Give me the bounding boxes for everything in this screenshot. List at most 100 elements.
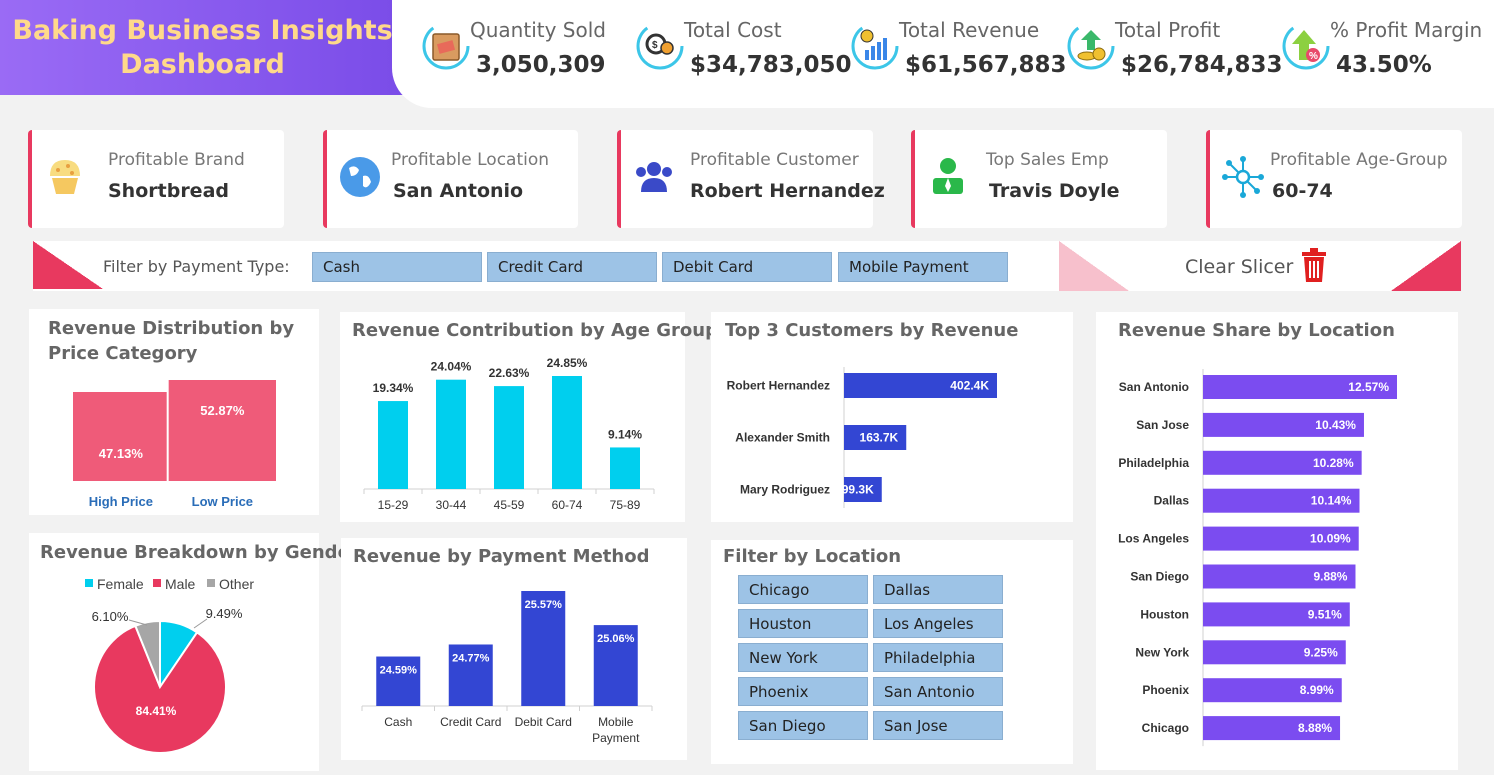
- kpi-label: Total Cost: [684, 18, 782, 42]
- payment-filter-bar: Filter by Payment Type: Cash Credit Card…: [33, 241, 1461, 291]
- card-top-sales-employee: Top Sales Emp Travis Doyle: [911, 130, 1167, 228]
- card-label: Profitable Location: [391, 150, 550, 170]
- network-icon: [1222, 156, 1264, 198]
- panel-age-group: Revenue Contribution by Age Group 19.34%…: [340, 312, 718, 522]
- category-label: New York: [1135, 645, 1189, 659]
- kpi-label: % Profit Margin: [1330, 18, 1483, 42]
- slicer-debit-card[interactable]: Debit Card: [662, 252, 832, 282]
- data-label: 24.77%: [452, 652, 490, 664]
- decorative-triangle-mid: [1059, 241, 1129, 291]
- kpi-label: Total Revenue: [899, 18, 1040, 42]
- card-value: 60-74: [1272, 180, 1333, 202]
- employee-icon: [933, 158, 963, 194]
- tick-label: Payment: [592, 731, 640, 745]
- card-profitable-age-group: Profitable Age-Group 60-74: [1206, 130, 1462, 228]
- slicer-houston[interactable]: Houston: [738, 609, 868, 638]
- data-label: 8.99%: [1300, 683, 1334, 697]
- dashboard-title: Baking Business Insights Dashboard: [0, 0, 405, 95]
- decorative-triangle-left: [33, 241, 103, 289]
- tick-label: 15-29: [378, 498, 409, 512]
- legend-label: Other: [219, 576, 254, 592]
- svg-text:%: %: [1309, 51, 1318, 62]
- trash-icon[interactable]: [1299, 247, 1329, 283]
- bar-45-59: [494, 386, 524, 489]
- slicer-credit-card[interactable]: Credit Card: [487, 252, 657, 282]
- category-label: Houston: [1140, 607, 1189, 621]
- category-label: Philadelphia: [1118, 456, 1189, 470]
- category-label: Chicago: [1142, 721, 1189, 735]
- tick-label: Cash: [384, 715, 412, 729]
- location-bar-chart: 12.57% San Antonio 10.43% San Jose 10.28% Phi…: [1118, 369, 1397, 747]
- slicer-san-diego[interactable]: San Diego: [738, 711, 868, 740]
- data-label: 10.28%: [1313, 456, 1354, 470]
- data-label: 8.88%: [1298, 721, 1332, 735]
- slicer-mobile-payment[interactable]: Mobile Payment: [838, 252, 1008, 282]
- bar-60-74: [552, 376, 582, 489]
- data-label: 163.7K: [860, 431, 899, 445]
- category-label: San Jose: [1136, 418, 1189, 432]
- legend-label: Male: [165, 576, 196, 592]
- slicer-san-antonio[interactable]: San Antonio: [873, 677, 1003, 706]
- data-label: 25.06%: [597, 633, 635, 645]
- category-label: San Diego: [1130, 570, 1189, 584]
- kpi-value: $61,567,883: [905, 52, 1067, 78]
- slicer-dallas[interactable]: Dallas: [873, 575, 1003, 604]
- kpi-value: 3,050,309: [476, 52, 606, 78]
- clear-slicer-label[interactable]: Clear Slicer: [1185, 256, 1293, 278]
- bar-75-89: [610, 447, 640, 489]
- treemap-tile-high-price: [73, 392, 167, 481]
- card-label: Profitable Brand: [108, 150, 245, 170]
- legend-label: Female: [97, 576, 144, 592]
- kpi-label: Total Profit: [1115, 18, 1221, 42]
- data-label: 10.09%: [1310, 532, 1351, 546]
- globe-icon: [340, 157, 380, 197]
- kpi-bar: Quantity Sold 3,050,309 $ Total Cost $34…: [392, 0, 1494, 108]
- data-label: 19.34%: [373, 381, 414, 395]
- data-label: 10.43%: [1315, 418, 1356, 432]
- slicer-phoenix[interactable]: Phoenix: [738, 677, 868, 706]
- data-label: 9.49%: [206, 606, 243, 621]
- data-label: 22.63%: [489, 366, 530, 380]
- slicer-los-angeles[interactable]: Los Angeles: [873, 609, 1003, 638]
- data-label: 9.14%: [608, 427, 642, 441]
- data-label: 52.87%: [200, 403, 245, 418]
- customers-icon: [636, 162, 672, 192]
- category-label: Low Price: [192, 494, 253, 509]
- title-line-1: Baking Business Insights: [12, 14, 393, 46]
- slicer-cash[interactable]: Cash: [312, 252, 482, 282]
- svg-text:$: $: [652, 40, 658, 51]
- data-label: 9.51%: [1308, 607, 1342, 621]
- tick-label: 60-74: [552, 498, 583, 512]
- data-label: 10.14%: [1311, 494, 1352, 508]
- gender-pie-chart: Female Male Other 9.49% 84.41% 6.10%: [85, 576, 254, 754]
- legend-swatch: [153, 579, 161, 587]
- slicer-new-york[interactable]: New York: [738, 643, 868, 672]
- kpi-label: Quantity Sold: [470, 18, 606, 42]
- kpi-value: $34,783,050: [690, 52, 852, 78]
- card-profitable-customer: Profitable Customer Robert Hernandez: [617, 130, 885, 228]
- payment-bar-chart: 24.59% Cash 24.77% Credit Card 25.57% Debit C…: [361, 591, 653, 745]
- tick-label: 75-89: [610, 498, 641, 512]
- data-label: 24.04%: [431, 360, 472, 374]
- customers-bar-chart: 402.4K Robert Hernandez 163.7K Alexander Sm…: [727, 367, 997, 508]
- category-label: Dallas: [1154, 494, 1190, 508]
- card-value: San Antonio: [393, 180, 524, 202]
- revenue-chart-icon: [851, 22, 899, 70]
- panel-top-customers: Top 3 Customers by Revenue 402.4K Robert …: [711, 312, 1073, 522]
- slicer-san-jose[interactable]: San Jose: [873, 711, 1003, 740]
- tick-label: Mobile: [598, 715, 634, 729]
- age-bar-chart: 19.34% 15-29 24.04% 30-44 22.63% 45-59 24.85% 6…: [363, 356, 655, 512]
- cupcake-icon: [50, 160, 80, 194]
- slicer-chicago[interactable]: Chicago: [738, 575, 868, 604]
- card-profitable-brand: Profitable Brand Shortbread: [28, 130, 284, 228]
- panel-price-distribution: Revenue Distribution by Price Category 4…: [29, 309, 319, 515]
- data-label: 6.10%: [92, 609, 129, 624]
- gears-cost-icon: $: [636, 22, 684, 70]
- card-label: Profitable Age-Group: [1270, 150, 1448, 170]
- data-label: 9.88%: [1313, 570, 1347, 584]
- bar-30-44: [436, 379, 466, 489]
- panel-location-filter: Filter by Location Chicago Dallas Housto…: [711, 540, 1073, 764]
- tick-label: Credit Card: [440, 715, 501, 729]
- slicer-philadelphia[interactable]: Philadelphia: [873, 643, 1003, 672]
- profit-coins-icon: [1067, 22, 1115, 70]
